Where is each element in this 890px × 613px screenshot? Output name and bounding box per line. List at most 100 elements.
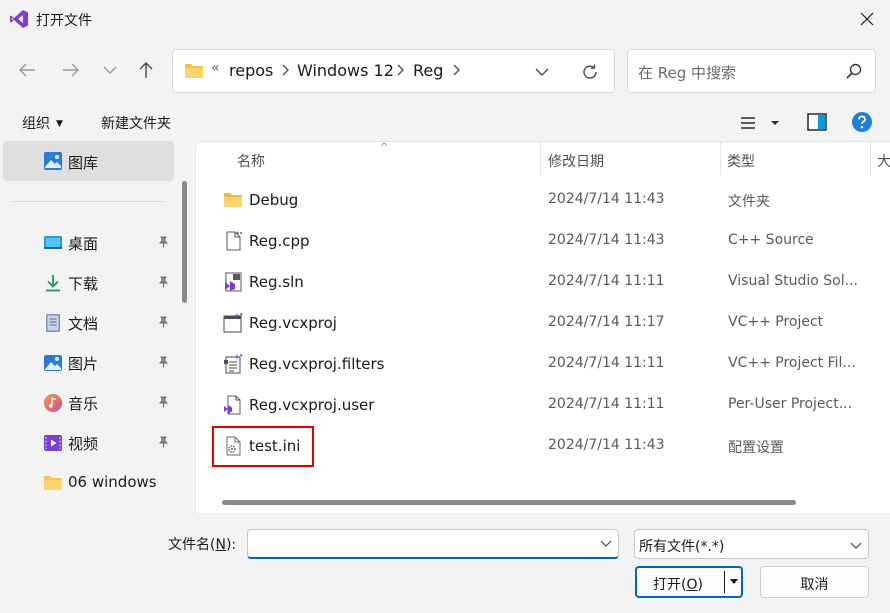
chevron-down-icon — [850, 542, 862, 549]
pin-icon[interactable] — [157, 436, 169, 448]
folder-icon — [224, 193, 242, 207]
search-icon[interactable] — [845, 62, 863, 80]
sidebar-item-label: 视频 — [68, 435, 99, 453]
view-options-button[interactable] — [738, 113, 784, 133]
refresh-button[interactable] — [578, 60, 602, 84]
up-button[interactable] — [130, 54, 162, 86]
file-type: Visual Studio Sol... — [728, 273, 858, 289]
file-date: 2024/7/14 11:17 — [548, 314, 665, 330]
file-row[interactable]: Reg.sln 2024/7/14 11:11 Visual Studio So… — [196, 262, 890, 303]
pin-icon[interactable] — [157, 356, 169, 368]
sidebar-item-videos[interactable]: 视频 — [0, 423, 174, 461]
file-name: Reg.sln — [249, 273, 304, 291]
visual-studio-icon — [10, 10, 28, 28]
breadcrumb-repos[interactable]: repos — [229, 61, 273, 80]
preview-pane-button[interactable] — [806, 112, 828, 132]
column-header-date-modified[interactable]: 修改日期 — [541, 142, 720, 176]
cancel-button[interactable]: 取消 — [760, 566, 869, 598]
help-button[interactable] — [851, 111, 873, 133]
file-name: Reg.vcxproj.user — [249, 396, 375, 414]
solution-file-icon — [225, 272, 242, 292]
forward-button[interactable] — [55, 54, 87, 86]
sidebar-item-documents[interactable]: 文档 — [0, 303, 174, 341]
pin-icon[interactable] — [157, 236, 169, 248]
pin-icon[interactable] — [157, 396, 169, 408]
chevron-right-icon[interactable] — [280, 63, 290, 77]
dialog-footer: 文件名(N): 所有文件(*.*) 打开(O) 取消 — [0, 513, 890, 613]
sidebar-item-06-windows[interactable]: 06 windows — [0, 463, 174, 501]
caret-down-icon[interactable] — [729, 576, 739, 586]
music-icon — [44, 394, 62, 412]
file-date: 2024/7/14 11:11 — [548, 273, 665, 289]
arrow-left-icon — [19, 63, 35, 77]
arrow-right-icon — [63, 63, 79, 77]
caret-down-icon: ▼ — [56, 119, 63, 129]
recent-locations-button[interactable] — [94, 54, 126, 86]
back-button[interactable] — [11, 54, 43, 86]
pin-icon[interactable] — [157, 276, 169, 288]
arrow-up-icon — [139, 62, 153, 78]
file-row[interactable]: Reg.vcxproj.user 2024/7/14 11:11 Per-Use… — [196, 385, 890, 426]
title-bar: 打开文件 — [0, 0, 890, 37]
file-name: Reg.vcxproj.filters — [249, 355, 385, 373]
file-date: 2024/7/14 11:43 — [548, 437, 665, 453]
chevron-down-icon[interactable] — [600, 538, 612, 548]
column-header-type[interactable]: 类型 — [721, 142, 870, 176]
filename-label: 文件名(N): — [168, 534, 236, 554]
file-type-select[interactable]: 所有文件(*.*) — [634, 529, 869, 559]
file-date: 2024/7/14 11:43 — [548, 191, 665, 207]
open-label-accesskey: O — [686, 577, 698, 593]
file-type: VC++ Project — [728, 314, 824, 330]
organize-menu[interactable]: 组织 ▼ — [22, 113, 63, 133]
sidebar-item-downloads[interactable]: 下载 — [0, 263, 174, 301]
filename-combobox[interactable] — [247, 529, 619, 559]
new-folder-button[interactable]: 新建文件夹 — [101, 113, 171, 133]
chevron-right-icon[interactable] — [395, 63, 405, 77]
sidebar-item-label: 桌面 — [68, 235, 99, 253]
sidebar-item-label: 音乐 — [68, 395, 99, 413]
file-name: Debug — [249, 191, 299, 209]
file-row[interactable]: Debug 2024/7/14 11:43 文件夹 — [196, 180, 890, 221]
close-button[interactable] — [844, 0, 890, 37]
split-divider — [724, 571, 725, 593]
search-placeholder[interactable]: 在 Reg 中搜索 — [638, 62, 736, 83]
horizontal-scrollbar[interactable] — [222, 500, 796, 505]
sidebar-scrollbar[interactable] — [182, 181, 187, 303]
column-header-size[interactable]: 大 — [871, 142, 890, 176]
open-label-prefix: 打开( — [653, 577, 687, 593]
address-history-button[interactable] — [530, 62, 554, 82]
sidebar-item-label: 文档 — [68, 315, 99, 333]
column-header-name[interactable]: 名称 — [196, 142, 540, 176]
address-bar[interactable]: « repos Windows 12 Reg — [172, 49, 615, 93]
preview-pane-icon — [807, 113, 827, 131]
download-icon — [46, 275, 60, 292]
list-view-icon — [741, 117, 779, 129]
breadcrumb-windows-12[interactable]: Windows 12 — [297, 61, 394, 80]
file-row[interactable]: Reg.cpp 2024/7/14 11:43 C++ Source — [196, 221, 890, 262]
breadcrumb-overflow[interactable]: « — [211, 60, 220, 76]
filename-label-accesskey: N — [215, 537, 226, 553]
filename-input[interactable] — [254, 534, 584, 554]
folder-icon — [44, 476, 62, 490]
file-row[interactable]: Reg.vcxproj 2024/7/14 11:17 VC++ Project — [196, 303, 890, 344]
open-button[interactable]: 打开(O) — [635, 566, 743, 598]
sidebar-item-desktop[interactable]: 桌面 — [0, 223, 174, 261]
file-date: 2024/7/14 11:11 — [548, 355, 665, 371]
sidebar-item-gallery[interactable]: 图库 — [3, 141, 174, 181]
cancel-button-label: 取消 — [800, 577, 829, 593]
chevron-right-icon[interactable] — [451, 63, 461, 77]
file-list[interactable]: ^ 名称 修改日期 类型 大 Debug 2024/7/14 11:43 文件夹… — [195, 141, 890, 513]
search-box[interactable]: 在 Reg 中搜索 — [627, 49, 876, 93]
command-bar: 组织 ▼ 新建文件夹 — [0, 103, 890, 141]
desktop-icon — [44, 236, 62, 249]
chevron-down-icon — [535, 68, 549, 76]
column-label: 名称 — [237, 154, 265, 170]
navigation-pane[interactable]: 图库 桌面 下载 文档 图片 音乐 视频 06 windows — [0, 141, 190, 513]
filters-file-icon — [224, 354, 243, 374]
sidebar-item-music[interactable]: 音乐 — [0, 383, 174, 421]
sidebar-item-pictures[interactable]: 图片 — [0, 343, 174, 381]
pin-icon[interactable] — [157, 316, 169, 328]
breadcrumb-reg[interactable]: Reg — [413, 61, 443, 80]
folder-icon — [185, 64, 203, 78]
file-row[interactable]: Reg.vcxproj.filters 2024/7/14 11:11 VC++… — [196, 344, 890, 385]
